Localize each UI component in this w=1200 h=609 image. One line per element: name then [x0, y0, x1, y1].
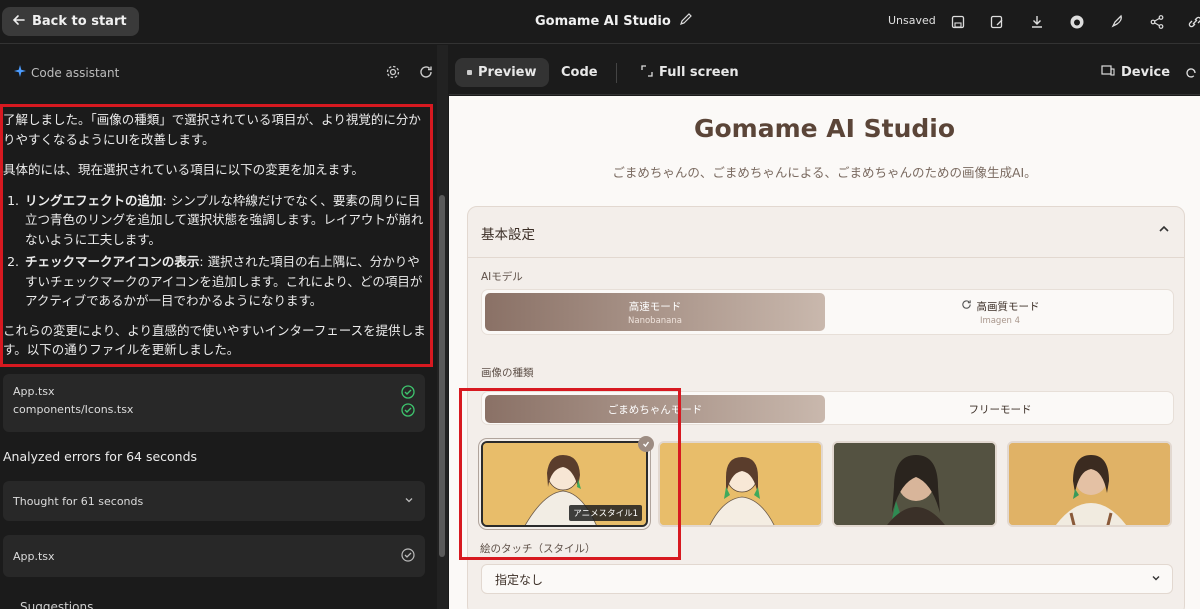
style-touch-label: 絵のタッチ（スタイル）	[480, 543, 596, 555]
code-tab[interactable]: Code	[549, 58, 610, 87]
download-icon[interactable]	[1026, 11, 1048, 33]
assistant-title: Code assistant	[31, 65, 120, 80]
app-title-group: Gomame AI Studio	[535, 12, 693, 30]
device-button[interactable]: Device	[1089, 58, 1182, 87]
card-divider	[468, 257, 1184, 258]
gear-icon[interactable]	[385, 64, 403, 82]
top-bar: Back to start Gomame AI Studio Unsaved	[0, 0, 1200, 44]
select-value: 指定なし	[495, 572, 544, 587]
list-item: チェックマークアイコンの表示: 選択された項目の右上隅に、分かりやすいチェックマ…	[23, 252, 428, 311]
style-select[interactable]: 指定なし	[481, 564, 1173, 594]
file-status-card[interactable]: App.tsx	[3, 535, 425, 577]
assistant-header: Code assistant	[14, 65, 119, 80]
scroll-thumb[interactable]	[439, 195, 445, 557]
code-tab-label: Code	[561, 65, 598, 80]
back-to-start-button[interactable]: Back to start	[2, 7, 139, 36]
ai-model-label: AIモデル	[481, 271, 523, 283]
type-option-free[interactable]: フリーモード	[830, 395, 1170, 423]
preview-app-subtitle: ごまめちゃんの、ごまめちゃんによる、ごまめちゃんのための画像生成AI。	[612, 165, 1037, 180]
preview-app-title: Gomame AI Studio	[693, 114, 956, 143]
refresh-small-icon	[961, 299, 972, 313]
assistant-message: 了解しました。「画像の種類」で選択されている項目が、より視覚的に分かりやすくなる…	[3, 110, 428, 371]
back-label: Back to start	[32, 14, 127, 29]
check-circle-icon	[401, 385, 415, 402]
thought-expander[interactable]: Thought for 61 seconds	[3, 481, 425, 521]
arrow-left-icon	[12, 13, 26, 31]
style-thumbnail-anime2[interactable]	[658, 441, 823, 527]
preview-tab[interactable]: Preview	[455, 58, 549, 87]
option-sublabel: Nanobanana	[628, 315, 682, 326]
suggestions-header[interactable]: Suggestions	[20, 600, 93, 609]
list-item-title: チェックマークアイコンの表示	[25, 254, 200, 269]
save-icon[interactable]	[947, 11, 969, 33]
code-assistant-panel: Code assistant 了解しました。「画像の種類」で選択されている項目が…	[0, 45, 448, 609]
chevron-down-icon	[1150, 572, 1162, 587]
option-label: フリーモード	[968, 403, 1032, 416]
list-item: リングエフェクトの追加: シンプルな枠線だけでなく、要素の周りに目立つ青色のリン…	[23, 191, 428, 250]
image-type-selector: ごまめちゃんモード フリーモード	[481, 391, 1174, 425]
link-icon[interactable]	[1184, 11, 1200, 33]
change-list: リングエフェクトの追加: シンプルな枠線だけでなく、要素の周りに目立つ青色のリン…	[23, 191, 428, 311]
option-label: 高画質モード	[976, 300, 1040, 313]
file-name: App.tsx	[13, 549, 55, 563]
app-preview: Gomame AI Studio ごまめちゃんの、ごまめちゃんによる、ごまめちゃ…	[449, 96, 1200, 609]
option-label-group: 高画質モード	[961, 299, 1040, 314]
fullscreen-button[interactable]: Full screen	[629, 58, 751, 87]
type-option-gomame[interactable]: ごまめちゃんモード	[485, 395, 825, 423]
sparkle-icon	[14, 65, 26, 80]
message-paragraph: 具体的には、現在選択されている項目に以下の変更を加えます。	[3, 162, 364, 177]
message-paragraph: これらの変更により、より直感的で使いやすいインターフェースを提供します。以下の通…	[3, 322, 426, 358]
scrollbar[interactable]	[437, 45, 448, 609]
rocket-icon[interactable]	[1106, 11, 1128, 33]
card-title: 基本設定	[481, 227, 535, 243]
chevron-up-icon[interactable]	[1156, 221, 1174, 239]
save-status: Unsaved	[888, 14, 936, 27]
device-label: Device	[1121, 65, 1171, 80]
toolbar-divider	[616, 63, 617, 83]
check-circle-icon	[401, 403, 415, 420]
message-paragraph: 了解しました。「画像の種類」で選択されている項目が、より視覚的に分かりやすくなる…	[3, 112, 421, 147]
fullscreen-label: Full screen	[659, 65, 739, 80]
save-as-icon[interactable]	[986, 11, 1008, 33]
file-name: components/Icons.tsx	[13, 403, 134, 416]
ai-model-selector: 高速モード Nanobanana 高画質モード Imagen 4	[481, 289, 1174, 335]
device-icon	[1101, 64, 1115, 81]
check-circle-icon	[401, 547, 415, 565]
share-icon[interactable]	[1146, 11, 1168, 33]
option-label: ごまめちゃんモード	[607, 403, 703, 416]
image-type-label: 画像の種類	[481, 367, 534, 379]
analyzed-status: Analyzed errors for 64 seconds	[3, 449, 198, 464]
style-thumbnail-photo1[interactable]	[832, 441, 997, 527]
github-icon[interactable]	[1066, 11, 1088, 33]
selected-check-icon	[638, 436, 654, 452]
reload-icon[interactable]	[1185, 58, 1197, 87]
file-row[interactable]: App.tsx	[13, 385, 415, 402]
expand-icon	[641, 64, 653, 81]
model-option-fast[interactable]: 高速モード Nanobanana	[485, 293, 825, 331]
style-thumbnail-photo2[interactable]	[1007, 441, 1172, 527]
style-thumbnail-anime1[interactable]: アニメスタイル1	[481, 441, 648, 527]
model-option-quality[interactable]: 高画質モード Imagen 4	[830, 293, 1170, 331]
chevron-down-icon	[403, 494, 415, 509]
changed-files-card: App.tsx components/Icons.tsx	[3, 374, 425, 432]
option-sublabel: Imagen 4	[979, 315, 1021, 326]
list-item-title: リングエフェクトの追加	[25, 192, 163, 208]
file-row[interactable]: components/Icons.tsx	[13, 403, 415, 420]
app-title: Gomame AI Studio	[535, 13, 671, 29]
preview-toolbar: Preview Code Full screen Device	[449, 45, 1200, 95]
file-name: App.tsx	[13, 385, 55, 398]
preview-tab-label: Preview	[478, 65, 537, 80]
thumbnail-tag: アニメスタイル1	[569, 505, 642, 521]
thought-label: Thought for 61 seconds	[13, 494, 144, 508]
dot-icon	[467, 70, 472, 75]
pencil-icon[interactable]	[679, 12, 693, 30]
refresh-icon[interactable]	[418, 64, 436, 82]
option-label: 高速モード	[628, 300, 682, 313]
